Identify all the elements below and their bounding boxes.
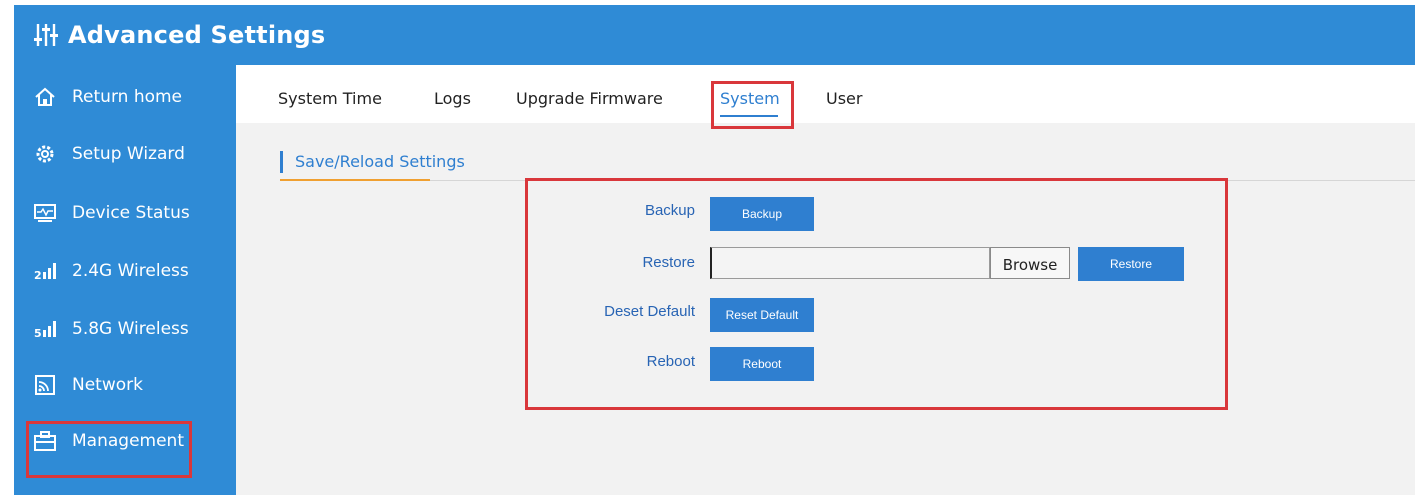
tab-user[interactable]: User	[826, 89, 862, 108]
sidebar-item-management[interactable]: Management	[14, 421, 236, 461]
toolbox-icon	[34, 430, 56, 452]
tab-upgrade-firmware[interactable]: Upgrade Firmware	[516, 89, 663, 108]
sidebar-item-5-8g-wireless[interactable]: 5 5.8G Wireless	[14, 309, 236, 349]
svg-text:5: 5	[34, 327, 42, 338]
signal-2g-icon: 2	[34, 260, 56, 282]
backup-button[interactable]: Backup	[710, 197, 814, 231]
sidebar-item-label: Device Status	[72, 203, 190, 223]
signal-5g-icon: 5	[34, 318, 56, 340]
sidebar-item-label: 5.8G Wireless	[72, 319, 189, 339]
sidebar-item-label: Management	[72, 431, 184, 451]
browse-button[interactable]: Browse	[990, 247, 1070, 279]
tab-system[interactable]: System	[720, 89, 780, 108]
backup-label: Backup	[644, 202, 695, 219]
reboot-label: Reboot	[646, 353, 695, 370]
sidebar-item-label: Return home	[72, 87, 183, 107]
gear-icon	[34, 143, 56, 165]
reset-default-label: Deset Default	[604, 303, 695, 320]
main-content: System Time Logs Upgrade Firmware System…	[236, 65, 1415, 495]
restore-label: Restore	[642, 254, 695, 271]
network-icon	[34, 374, 56, 396]
section-title: Save/Reload Settings	[280, 151, 465, 173]
sliders-icon	[34, 24, 58, 46]
page-title: Advanced Settings	[68, 21, 326, 49]
sidebar-item-label: Setup Wizard	[72, 144, 185, 164]
sidebar-item-network[interactable]: Network	[14, 365, 236, 405]
restore-file-input[interactable]	[710, 247, 990, 279]
svg-text:2: 2	[34, 269, 42, 280]
sidebar-item-label: Network	[72, 375, 143, 395]
section-divider-accent	[280, 179, 430, 181]
sidebar-item-device-status[interactable]: Device Status	[14, 193, 236, 233]
tab-logs[interactable]: Logs	[434, 89, 471, 108]
restore-button[interactable]: Restore	[1078, 247, 1184, 281]
sidebar-item-setup-wizard[interactable]: Setup Wizard	[14, 134, 236, 174]
sidebar-item-2-4g-wireless[interactable]: 2 2.4G Wireless	[14, 251, 236, 291]
top-header: Advanced Settings	[14, 5, 1415, 65]
tab-bar: System Time Logs Upgrade Firmware System…	[236, 65, 1415, 123]
home-icon	[34, 86, 56, 108]
tab-system-time[interactable]: System Time	[278, 89, 382, 108]
sidebar: Return home Setup Wizard Device Status 2…	[14, 65, 236, 495]
section-divider	[280, 180, 1415, 181]
reset-default-button[interactable]: Reset Default	[710, 298, 814, 332]
monitor-icon	[34, 202, 56, 224]
sidebar-item-label: 2.4G Wireless	[72, 261, 189, 281]
sidebar-item-return-home[interactable]: Return home	[14, 77, 236, 117]
reboot-button[interactable]: Reboot	[710, 347, 814, 381]
active-tab-indicator	[720, 115, 778, 117]
